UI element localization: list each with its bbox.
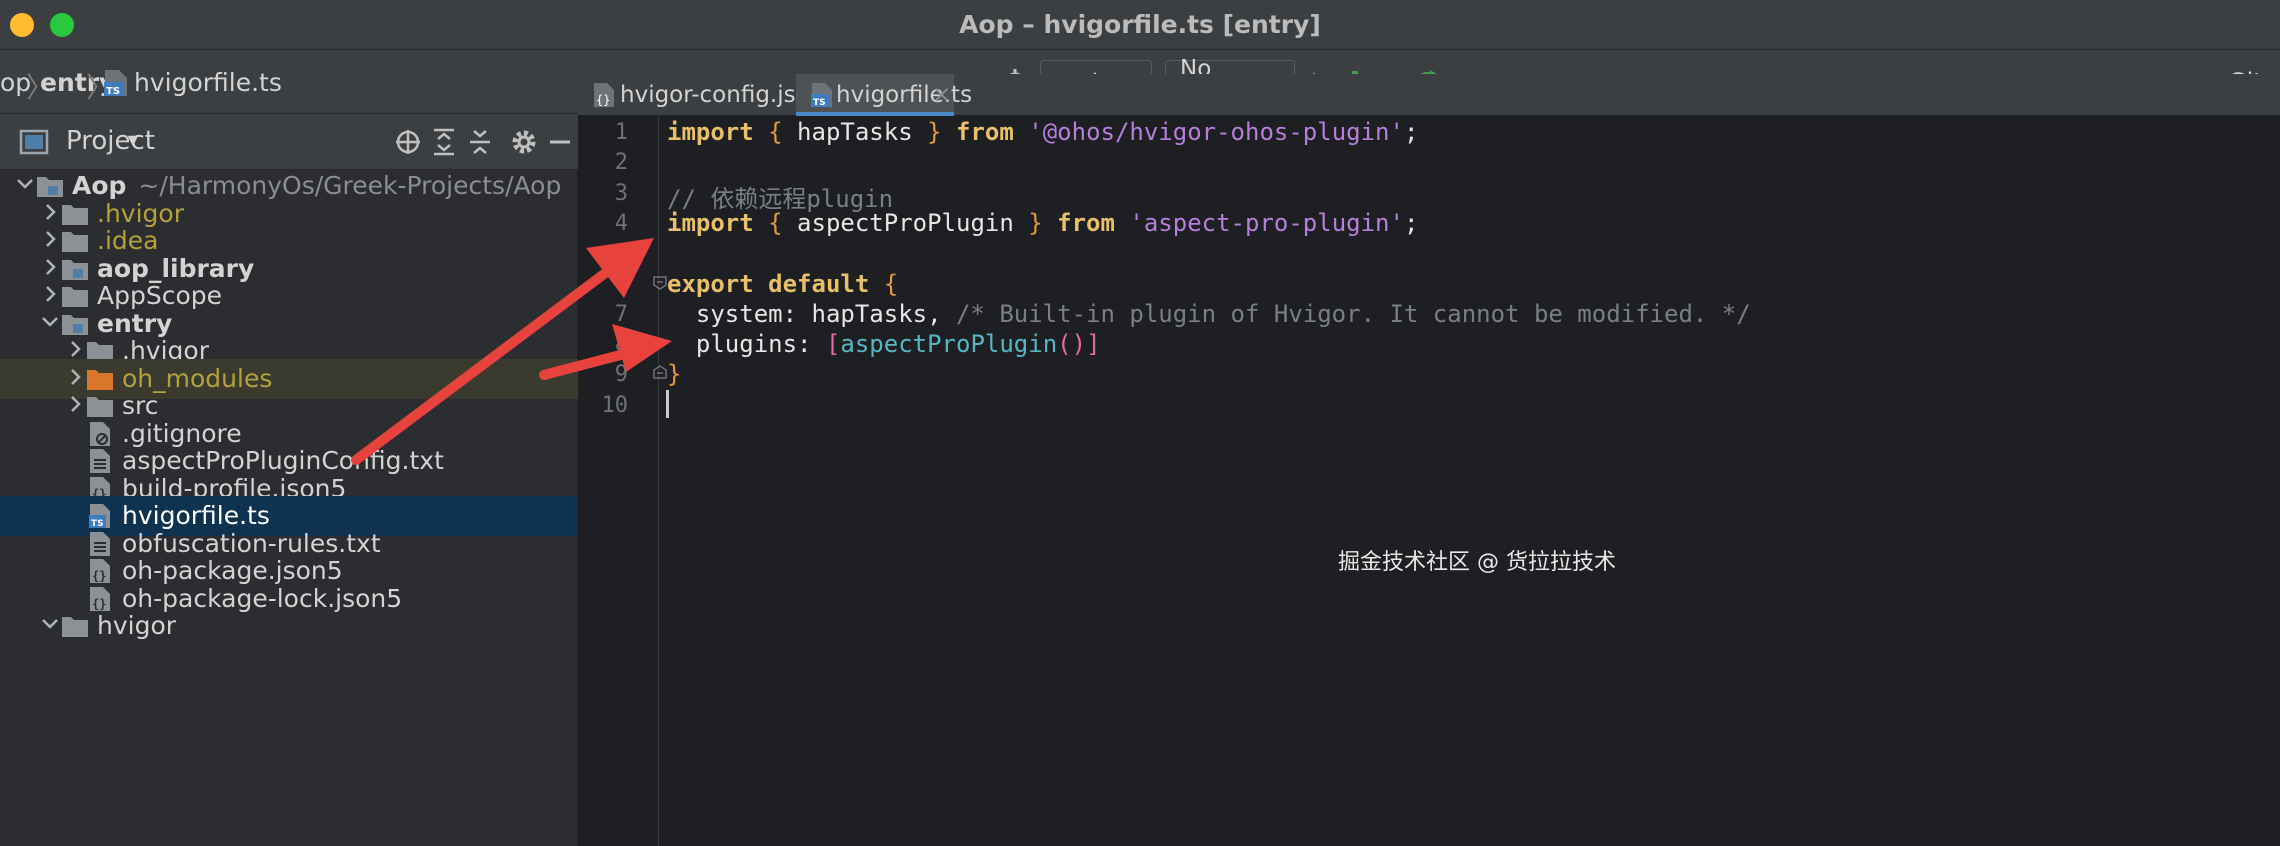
line-number: 4 bbox=[614, 210, 628, 236]
code-token: () bbox=[1057, 330, 1087, 359]
code-token: aspectProPlugin bbox=[840, 330, 1058, 359]
line-number: 1 bbox=[614, 120, 628, 145]
chevron-right-icon[interactable] bbox=[64, 392, 86, 416]
code-line[interactable]: export default { bbox=[667, 270, 898, 298]
svg-text:TS: TS bbox=[106, 86, 120, 97]
tree-item-name: hvigor bbox=[97, 611, 177, 640]
gutter-divider bbox=[658, 116, 659, 846]
svg-text:TS: TS bbox=[813, 98, 826, 108]
typescript-file-icon: TS bbox=[811, 83, 832, 108]
code-token: '@ohos/hvigor-ohos-plugin' bbox=[1028, 118, 1404, 146]
code-token: } bbox=[667, 360, 682, 389]
code-token: } bbox=[927, 118, 942, 146]
chevron-right-icon[interactable] bbox=[39, 227, 61, 251]
chevron-right-icon[interactable] bbox=[64, 365, 86, 389]
code-token: system: hapTasks, bbox=[667, 299, 956, 328]
tree-item-label: hvigor bbox=[97, 611, 176, 640]
project-view-icon bbox=[19, 129, 49, 155]
typescript-file-icon: TS bbox=[104, 70, 127, 97]
watermark: 掘金技术社区 @ 货拉拉技术 bbox=[1338, 550, 1616, 575]
code-line[interactable]: } bbox=[667, 360, 681, 388]
code-token: { bbox=[768, 118, 783, 146]
line-number: 9 bbox=[614, 362, 628, 388]
expand-all-icon[interactable] bbox=[428, 126, 460, 158]
chevron-right-icon[interactable] bbox=[64, 337, 86, 361]
code-token: ; bbox=[1403, 118, 1419, 146]
tab-label: hvigorfile.ts bbox=[836, 82, 973, 108]
gear-icon[interactable] bbox=[508, 126, 540, 158]
code-token: ] bbox=[1086, 330, 1101, 359]
line-number: 3 bbox=[614, 180, 628, 206]
text-caret bbox=[666, 390, 669, 418]
title-bar: Aop – hvigorfile.ts [entry] bbox=[0, 0, 2280, 50]
code-token: from bbox=[1057, 208, 1115, 237]
breadcrumb-file[interactable]: hvigorfile.ts bbox=[134, 68, 282, 97]
code-token: default bbox=[768, 269, 870, 298]
window-title: Aop – hvigorfile.ts [entry] bbox=[959, 10, 1321, 39]
line-number: 8 bbox=[614, 332, 628, 358]
svg-text:{}: {} bbox=[596, 93, 610, 107]
editor-tab-bar: {} hvigor-config.json5 TS hvigorfile.ts … bbox=[578, 74, 2280, 116]
fold-marker-icon[interactable] bbox=[652, 275, 668, 291]
project-panel-header: Project ▼ bbox=[0, 114, 578, 170]
line-number: 10 bbox=[601, 392, 629, 418]
fold-marker-icon[interactable] bbox=[652, 364, 668, 380]
chevron-right-icon[interactable] bbox=[39, 255, 61, 279]
code-token: { bbox=[768, 208, 783, 237]
code-token: hapTasks bbox=[782, 118, 928, 146]
code-line[interactable]: import { hapTasks } from '@ohos/hvigor-o… bbox=[667, 118, 1418, 146]
code-editor[interactable]: 1 import { hapTasks } from '@ohos/hvigor-… bbox=[578, 116, 2280, 846]
chevron-down-icon[interactable] bbox=[39, 310, 61, 334]
line-number: 7 bbox=[614, 301, 628, 327]
code-token: { bbox=[883, 269, 899, 298]
close-tab-icon[interactable]: × bbox=[932, 82, 951, 108]
code-token: /* Built-in plugin of Hvigor. It cannot … bbox=[955, 299, 1751, 328]
code-token: [ bbox=[825, 330, 841, 359]
chevron-down-icon[interactable] bbox=[14, 172, 36, 196]
select-opened-file-icon[interactable] bbox=[392, 126, 424, 158]
code-token: aspectProPlugin bbox=[782, 208, 1029, 237]
code-token: 'aspect-pro-plugin' bbox=[1129, 208, 1404, 237]
code-token: from bbox=[956, 118, 1014, 146]
code-token: } bbox=[1028, 208, 1043, 237]
code-token: import bbox=[667, 208, 754, 237]
code-token: plugins: bbox=[667, 330, 826, 359]
code-token: import bbox=[667, 118, 754, 146]
folder-icon bbox=[62, 617, 88, 637]
line-number: 6 bbox=[614, 271, 628, 297]
code-line[interactable]: import { aspectProPlugin } from 'aspect-… bbox=[667, 209, 1418, 237]
chevron-down-icon[interactable] bbox=[39, 612, 61, 636]
chevron-down-icon[interactable]: ▼ bbox=[124, 130, 142, 151]
tree-item[interactable]: hvigor bbox=[0, 606, 578, 646]
line-number: 5 bbox=[614, 241, 628, 267]
json-file-icon: {} bbox=[594, 83, 614, 107]
project-panel: Project ▼ Aop ~/HarmonyOs/Greek-Projects/… bbox=[0, 114, 578, 846]
code-token: export bbox=[667, 269, 754, 298]
tab-hvigor-config[interactable]: {} hvigor-config.json5 bbox=[578, 74, 839, 116]
collapse-all-icon[interactable] bbox=[464, 126, 496, 158]
line-number: 2 bbox=[614, 150, 628, 176]
code-line[interactable]: system: hapTasks, /* Built-in plugin of … bbox=[667, 300, 1751, 328]
chevron-right-icon[interactable] bbox=[39, 200, 61, 224]
hide-panel-icon[interactable] bbox=[544, 126, 576, 158]
code-token: ; bbox=[1403, 208, 1419, 237]
code-line[interactable]: plugins: [aspectProPlugin()] bbox=[667, 330, 1101, 358]
chevron-right-icon[interactable] bbox=[39, 282, 61, 306]
tab-hvigorfile[interactable]: TS hvigorfile.ts × bbox=[796, 74, 972, 116]
